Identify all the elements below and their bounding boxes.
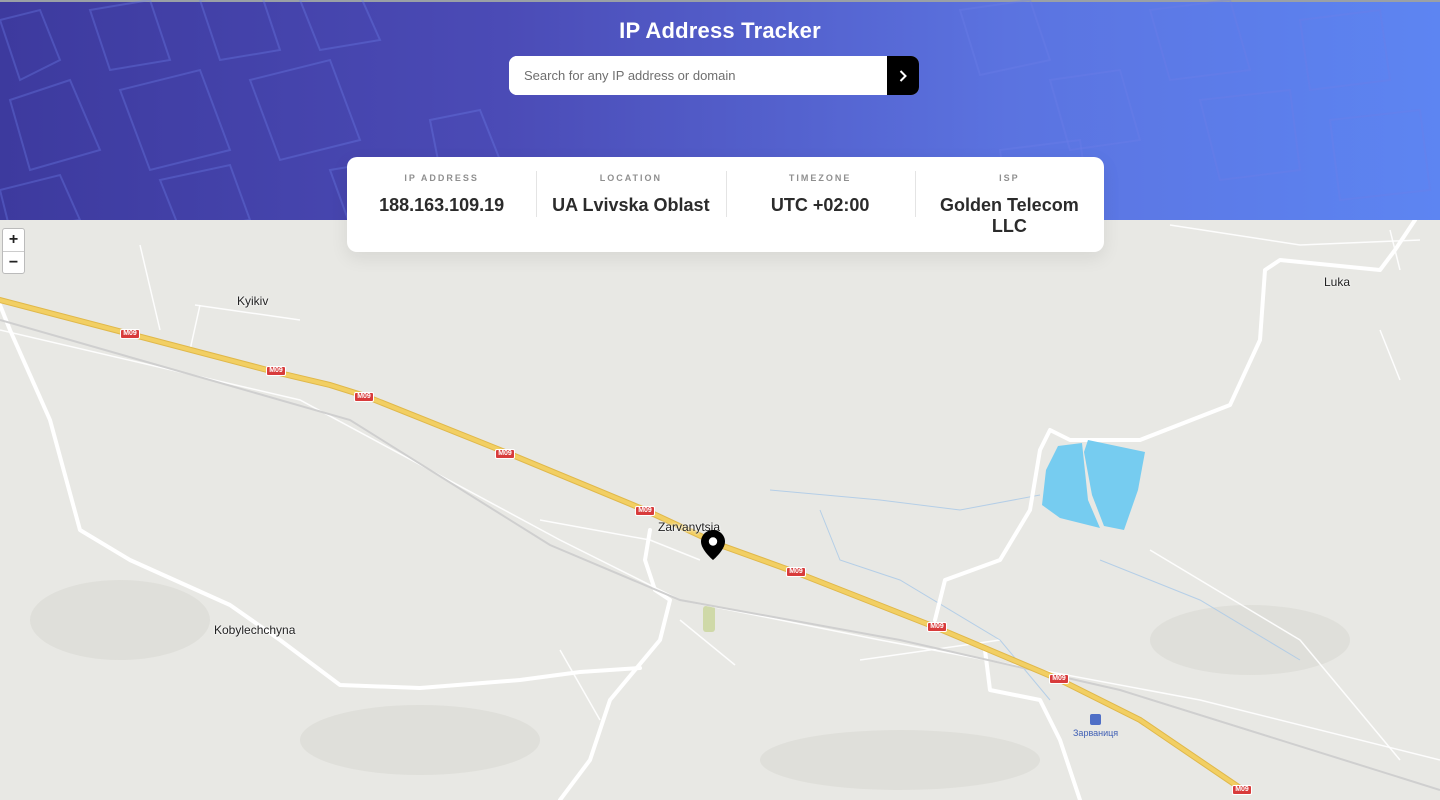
info-isp: ISP Golden Telecom LLC xyxy=(914,171,1104,238)
search-button[interactable] xyxy=(887,56,919,95)
info-value: Golden Telecom LLC xyxy=(940,195,1079,236)
info-ip-address: IP ADDRESS 188.163.109.19 xyxy=(347,171,536,238)
zoom-control: + − xyxy=(2,228,25,274)
road-shield: M09 xyxy=(635,506,655,516)
location-marker[interactable] xyxy=(701,530,725,565)
info-location: LOCATION UA Lvivska Oblast xyxy=(536,171,725,238)
map-canvas xyxy=(0,220,1440,800)
road-shield: M09 xyxy=(1049,674,1069,684)
map-view[interactable]: M09 M09 M09 M09 M09 M09 M09 M09 M09 Kyik… xyxy=(0,220,1440,800)
poi-label: Зарваниця xyxy=(1073,728,1119,738)
info-timezone: TIMEZONE UTC +02:00 xyxy=(725,171,915,238)
zoom-in-button[interactable]: + xyxy=(3,229,24,251)
ip-info-card: IP ADDRESS 188.163.109.19 LOCATION UA Lv… xyxy=(347,157,1104,252)
info-value: 188.163.109.19 xyxy=(379,195,505,215)
road-shield: M09 xyxy=(1232,785,1252,795)
road-shield: M09 xyxy=(786,567,806,577)
info-label: TIMEZONE xyxy=(788,173,852,183)
search-bar xyxy=(509,56,919,95)
place-label-kobylechchyna: Kobylechchyna xyxy=(214,623,296,637)
road-shield: M09 xyxy=(354,392,374,402)
train-station-icon xyxy=(1090,714,1101,725)
page-title: IP Address Tracker xyxy=(619,18,821,43)
road-shield: M09 xyxy=(120,329,140,339)
search-input[interactable] xyxy=(509,56,887,95)
road-shield: M09 xyxy=(495,449,515,459)
zoom-out-button[interactable]: − xyxy=(3,251,24,273)
info-label: ISP xyxy=(999,173,1020,183)
road-shield: M09 xyxy=(927,622,947,632)
place-label-luka: Luka xyxy=(1324,275,1351,289)
info-label: LOCATION xyxy=(599,173,663,183)
info-value: UTC +02:00 xyxy=(770,195,870,215)
place-label-kyikiv: Kyikiv xyxy=(237,294,269,308)
info-value: UA Lvivska Oblast xyxy=(552,195,710,215)
info-label: IP ADDRESS xyxy=(404,173,479,183)
location-pin-icon xyxy=(701,530,725,560)
chevron-right-icon xyxy=(899,69,907,82)
road-shield: M09 xyxy=(266,366,286,376)
